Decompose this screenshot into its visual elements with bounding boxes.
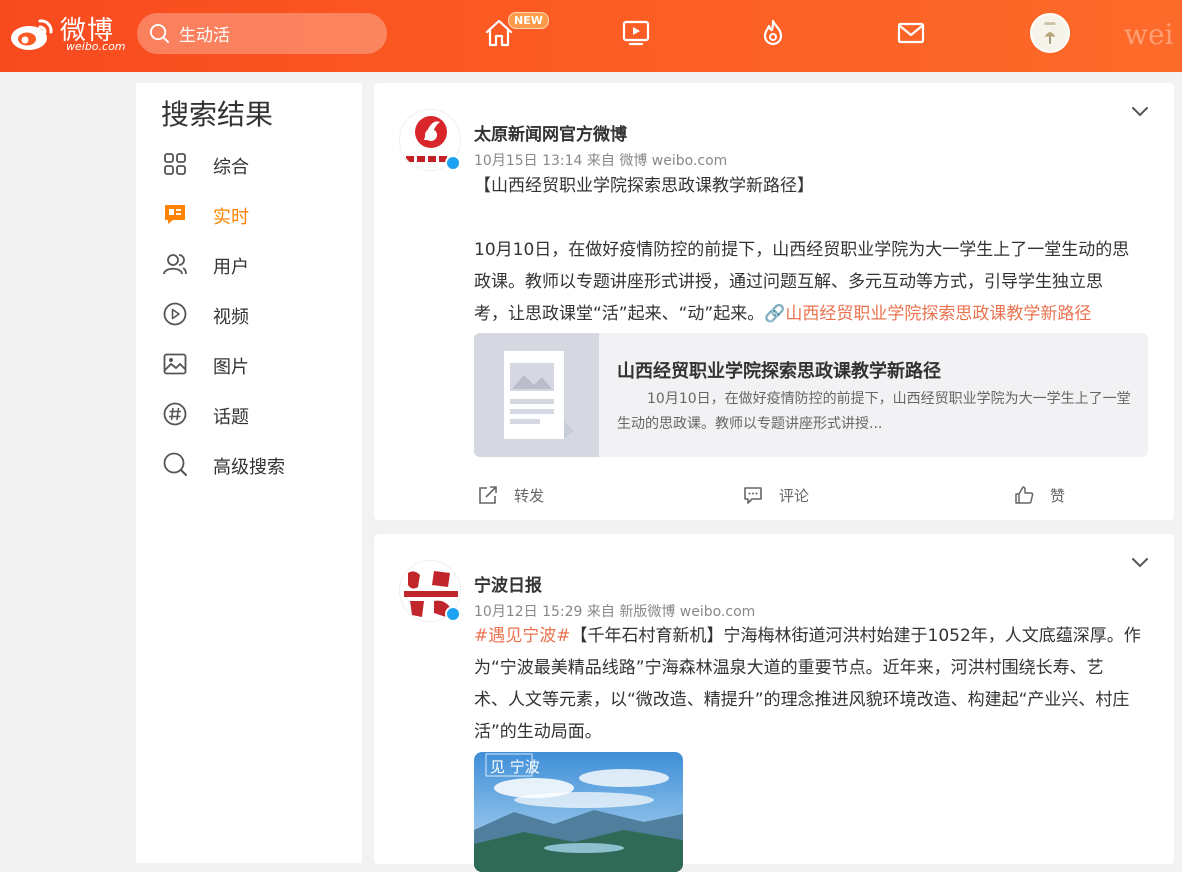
sidebar-item-topics[interactable]: 话题 bbox=[162, 395, 352, 435]
search-input[interactable] bbox=[179, 13, 379, 54]
grid-icon bbox=[164, 153, 186, 175]
link-icon: 🔗 bbox=[764, 304, 786, 324]
hashtag-icon bbox=[163, 402, 187, 426]
sidebar-item-label: 实时 bbox=[213, 207, 249, 228]
post-text-line: 考，让思政课堂“活”起来、“动”起来。🔗山西经贸职业学院探索思政课教学新路径 bbox=[474, 298, 1164, 330]
hashtag-link[interactable]: #遇见宁波# bbox=[474, 626, 571, 646]
sidebar: 搜索结果 综合 实时 用户 视频 图片 话题 高级搜索 bbox=[136, 83, 362, 863]
new-badge: NEW bbox=[508, 12, 549, 29]
post-text-line: 术、人文等元素，以“微改造、精提升”的理念推进风貌环境改造、构建起“产业兴、村庄 bbox=[474, 690, 1130, 710]
search-icon bbox=[163, 452, 187, 476]
post-photo[interactable]: 见 宁波 bbox=[474, 752, 683, 872]
article-card-description: 10月10日，在做好疫情防控的前提下，山西经贸职业学院为大一学生上了一堂生动的思… bbox=[617, 391, 1131, 432]
sidebar-item-advanced-search[interactable]: 高级搜索 bbox=[162, 445, 352, 485]
post-meta[interactable]: 10月12日 15:29 来自 新版微博 weibo.com bbox=[474, 601, 755, 621]
video-play-icon bbox=[163, 302, 187, 326]
top-bar: 微博 weibo.com NEW wei bbox=[0, 0, 1182, 72]
post-text-line: 10月10日，在做好疫情防控的前提下，山西经贸职业学院为大一学生上了一堂生动的思 bbox=[474, 240, 1130, 260]
sidebar-item-label: 视频 bbox=[213, 307, 249, 328]
sidebar-item-users[interactable]: 用户 bbox=[162, 245, 352, 285]
logo-subtext: weibo.com bbox=[66, 40, 126, 53]
chevron-down-icon[interactable] bbox=[1130, 105, 1150, 119]
post-author-name[interactable]: 太原新闻网官方微博 bbox=[474, 120, 627, 145]
thumbs-up-icon bbox=[1015, 486, 1034, 504]
post-text-line: 为“宁波最美精品线路”宁海森林温泉大道的重要节点。近年来，河洪村围绕长寿、艺 bbox=[474, 658, 1104, 678]
landscape-photo-icon: 见 宁波 bbox=[474, 752, 683, 872]
repost-icon bbox=[479, 486, 497, 504]
comment-icon bbox=[744, 487, 762, 504]
sidebar-title: 搜索结果 bbox=[161, 98, 274, 131]
article-link-card[interactable]: 山西经贸职业学院探索思政课教学新路径 10月10日，在做好疫情防控的前提下，山西… bbox=[474, 333, 1148, 457]
sidebar-item-images[interactable]: 图片 bbox=[162, 345, 352, 385]
article-link-label: 山西经贸职业学院探索思政课教学新路径 bbox=[785, 304, 1092, 324]
video-icon[interactable] bbox=[621, 18, 651, 48]
search-icon bbox=[149, 23, 170, 44]
user-avatar[interactable] bbox=[1030, 13, 1070, 53]
verified-badge-icon bbox=[445, 606, 461, 622]
sidebar-item-label: 话题 bbox=[213, 407, 249, 428]
realtime-icon bbox=[165, 205, 185, 224]
article-card-title: 山西经贸职业学院探索思政课教学新路径 bbox=[617, 361, 941, 382]
article-thumbnail bbox=[474, 333, 599, 457]
image-icon bbox=[163, 353, 187, 375]
post-text-line: 政课。教师以专题讲座形式讲授，通过问题互解、多元互动等方式，引导学生独立思 bbox=[474, 272, 1103, 292]
post-card: 太原新闻网官方微博 10月15日 13:14 来自 微博 weibo.com 【… bbox=[374, 83, 1174, 520]
post-meta[interactable]: 10月15日 13:14 来自 微博 weibo.com bbox=[474, 150, 727, 170]
post-text-line: #遇见宁波#【千年石村育新机】宁海梅林街道河洪村始建于1052年，人文底蕴深厚。… bbox=[474, 620, 1164, 652]
hot-fire-icon[interactable] bbox=[758, 18, 788, 48]
photo-overlay-text: 见 宁波 bbox=[490, 758, 540, 776]
like-label: 赞 bbox=[1050, 487, 1066, 505]
post-author-name[interactable]: 宁波日报 bbox=[474, 571, 542, 596]
sidebar-item-label: 高级搜索 bbox=[213, 457, 285, 478]
post-text-line: 活”的生动局面。 bbox=[474, 722, 602, 742]
sidebar-item-label: 用户 bbox=[213, 257, 249, 278]
chevron-down-icon[interactable] bbox=[1130, 556, 1150, 570]
post-text-line-content: 考，让思政课堂“活”起来、“动”起来。 bbox=[474, 304, 765, 324]
weibo-logo[interactable]: 微博 weibo.com bbox=[10, 10, 126, 54]
corner-watermark: wei bbox=[1124, 18, 1174, 51]
verified-badge-icon bbox=[445, 155, 461, 171]
post-body: 【山西经贸职业学院探索思政课教学新路径】 10月10日，在做好疫情防控的前提下，… bbox=[474, 170, 1164, 330]
repost-label: 转发 bbox=[514, 487, 545, 505]
search-box[interactable] bbox=[137, 13, 387, 54]
sidebar-item-realtime[interactable]: 实时 bbox=[162, 195, 352, 235]
comment-label: 评论 bbox=[779, 487, 810, 505]
post-title-line: 【山西经贸职业学院探索思政课教学新路径】 bbox=[474, 176, 814, 196]
mail-icon[interactable] bbox=[896, 18, 926, 48]
post-body: #遇见宁波#【千年石村育新机】宁海梅林街道河洪村始建于1052年，人文底蕴深厚。… bbox=[474, 620, 1164, 748]
sidebar-item-label: 综合 bbox=[213, 157, 249, 178]
avatar-image-icon bbox=[1032, 15, 1068, 51]
post-card: 宁波日报 10月12日 15:29 来自 新版微博 weibo.com #遇见宁… bbox=[374, 534, 1174, 872]
post-text-line-content: 【千年石村育新机】宁海梅林街道河洪村始建于1052年，人文底蕴深厚。作 bbox=[570, 626, 1141, 646]
users-icon bbox=[163, 254, 187, 275]
document-icon bbox=[504, 351, 574, 439]
sidebar-item-video[interactable]: 视频 bbox=[162, 295, 352, 335]
sidebar-item-label: 图片 bbox=[213, 357, 249, 378]
sidebar-item-overview[interactable]: 综合 bbox=[162, 145, 352, 185]
article-link[interactable]: 🔗山西经贸职业学院探索思政课教学新路径 bbox=[764, 304, 1091, 324]
weibo-eye-icon bbox=[11, 19, 53, 50]
